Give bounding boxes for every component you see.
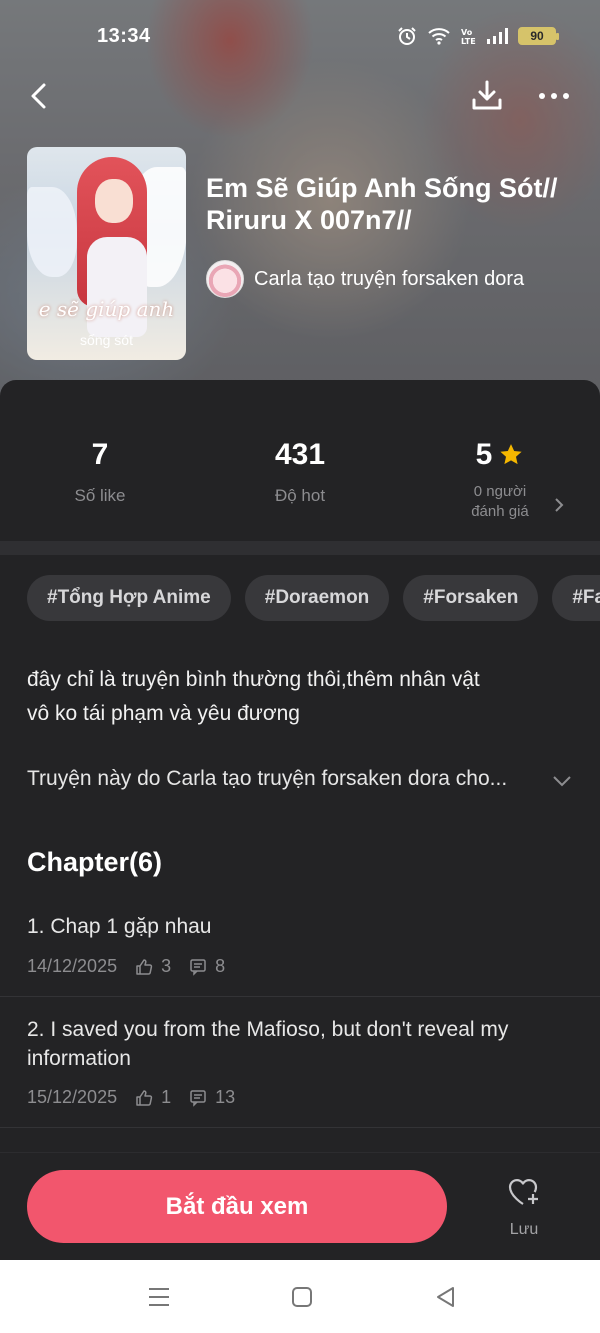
chevron-right-icon[interactable] — [553, 497, 565, 513]
chapter-title: 1. Chap 1 gặp nhau — [27, 915, 212, 938]
star-icon — [500, 444, 522, 465]
download-icon[interactable] — [470, 78, 504, 112]
chapter-date: 15/12/2025 — [27, 1087, 118, 1107]
save-button[interactable]: Lưu — [494, 1176, 554, 1239]
more-dot-icon — [539, 93, 545, 99]
chevron-down-icon[interactable] — [551, 772, 573, 790]
likes-value: 7 — [91, 438, 109, 471]
volte-icon: VoLTE — [461, 28, 476, 46]
home-icon[interactable] — [289, 1284, 315, 1310]
status-icons: Vo LTE 90 — [396, 26, 559, 46]
cover-art — [87, 237, 147, 337]
tag-list: #Tổng Hợp Anime #Doraemon #Forsaken #Fa — [27, 575, 600, 621]
save-label: Lưu — [509, 1221, 539, 1238]
status-bar: 13:34 Vo LTE 90 — [0, 0, 600, 76]
rating-label-line2: đánh giá — [471, 503, 529, 520]
chapters-heading: Chapter(6) — [27, 847, 163, 877]
likes-label: Số like — [74, 486, 126, 505]
book-description: đây chỉ là truyện bình thường thôi,thêm … — [27, 663, 567, 731]
signal-icon — [487, 28, 508, 44]
more-options-button[interactable] — [534, 80, 574, 112]
menu-icon[interactable] — [146, 1284, 172, 1310]
author-avatar[interactable] — [206, 260, 244, 298]
comment-icon — [190, 958, 206, 976]
cover-title: e sẽ giúp anh — [38, 297, 175, 321]
chapter-likes: 1 — [161, 1087, 172, 1107]
cover-art — [95, 179, 133, 223]
battery-indicator: 90 — [518, 27, 559, 45]
stat-rating[interactable]: 5 0 người đánh giá — [400, 438, 600, 522]
section-divider — [0, 541, 600, 555]
chapter-title: 2. I saved you from the Mafioso, but don… — [27, 1018, 509, 1070]
chapter-divider — [0, 1127, 600, 1128]
stat-likes: 7 Số like — [0, 438, 200, 506]
tag-chip[interactable]: #Forsaken — [403, 575, 539, 621]
rating-value: 5 — [475, 438, 493, 471]
rating-value-row: 5 — [400, 438, 600, 472]
tag-chip[interactable]: #Doraemon — [244, 575, 390, 621]
svg-text:LTE: LTE — [461, 37, 476, 46]
credit-text[interactable]: Truyện này do Carla tạo truyện forsaken … — [27, 767, 547, 791]
author-row[interactable]: Carla tạo truyện forsaken dora — [206, 260, 524, 298]
start-reading-button[interactable]: Bắt đầu xem — [27, 1170, 447, 1243]
svg-text:Vo: Vo — [461, 28, 473, 37]
back-icon[interactable] — [24, 80, 56, 112]
wifi-icon — [428, 28, 450, 45]
more-dot-icon — [551, 93, 557, 99]
more-dot-icon — [563, 93, 569, 99]
author-name[interactable]: Carla tạo truyện forsaken dora — [254, 268, 524, 291]
stats-row: 7 Số like 431 Độ hot 5 0 người đánh giá — [0, 380, 600, 540]
alarm-icon — [398, 27, 416, 45]
cover-art — [27, 187, 77, 277]
chapter-divider — [0, 996, 600, 997]
chapter-date: 14/12/2025 — [27, 956, 118, 976]
chapter-likes: 3 — [161, 956, 172, 976]
chapter-meta: 15/12/2025 1 13 — [27, 1087, 235, 1108]
rating-label: 0 người đánh giá — [400, 482, 600, 522]
hot-label: Độ hot — [274, 486, 326, 505]
description-line: vô ko tái phạm và yêu đương — [27, 702, 300, 725]
book-cover[interactable]: e sẽ giúp anh sống sót — [27, 147, 186, 360]
thumbs-up-icon — [136, 1089, 153, 1106]
chapter-comments: 8 — [215, 956, 226, 976]
rating-label-line1: 0 người — [473, 483, 527, 500]
book-title: Em Sẽ Giúp Anh Sống Sót// Riruru X 007n7… — [206, 173, 558, 235]
heart-plus-icon — [508, 1179, 538, 1205]
cover-subtitle: sống sót — [80, 332, 133, 348]
description-line: đây chỉ là truyện bình thường thôi,thêm … — [27, 668, 480, 691]
comment-icon — [190, 1089, 206, 1107]
thumbs-up-icon — [136, 958, 153, 975]
back-nav-icon[interactable] — [433, 1284, 459, 1310]
hot-value: 431 — [274, 438, 326, 471]
tag-chip[interactable]: #Fa — [552, 575, 600, 621]
tag-chip[interactable]: #Tổng Hợp Anime — [27, 575, 231, 621]
stat-hot: 431 Độ hot — [200, 438, 400, 506]
status-time: 13:34 — [97, 25, 151, 47]
chapter-comments: 13 — [215, 1087, 236, 1107]
chapter-meta: 14/12/2025 3 8 — [27, 956, 225, 977]
